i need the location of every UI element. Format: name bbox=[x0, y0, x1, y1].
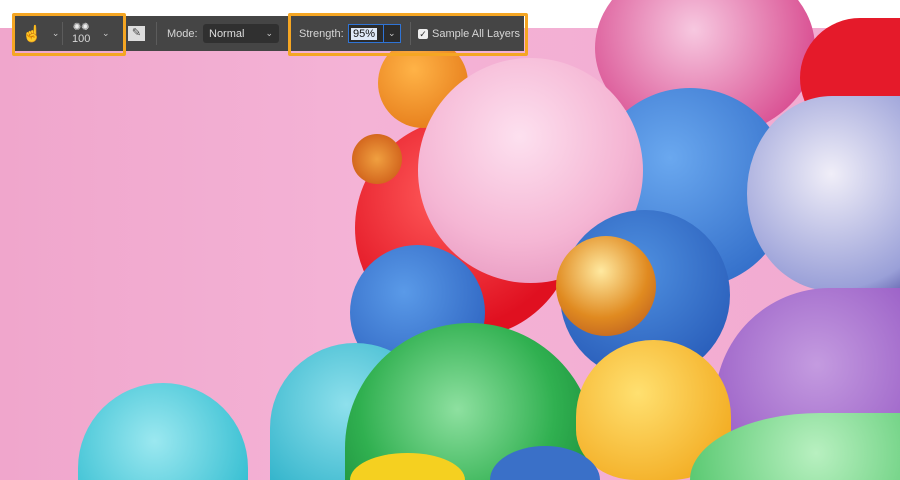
mode-value: Normal bbox=[209, 27, 245, 40]
brush-settings-button[interactable]: ✎ bbox=[128, 16, 145, 51]
cyan-ball-left bbox=[78, 383, 248, 480]
mode-dropdown[interactable]: Normal ⌄ bbox=[203, 24, 279, 43]
highlight-box-tool-brush bbox=[12, 13, 126, 56]
mode-label: Mode: bbox=[167, 27, 198, 40]
highlight-box-strength-sample bbox=[288, 13, 528, 56]
divider bbox=[156, 22, 157, 45]
image-canvas[interactable] bbox=[0, 0, 900, 480]
white-blue-ball bbox=[747, 96, 900, 291]
brush-panel-icon: ✎ bbox=[128, 26, 145, 41]
orange-small-ball bbox=[352, 134, 402, 184]
chevron-down-icon: ⌄ bbox=[265, 28, 273, 38]
gold-ball bbox=[556, 236, 656, 336]
